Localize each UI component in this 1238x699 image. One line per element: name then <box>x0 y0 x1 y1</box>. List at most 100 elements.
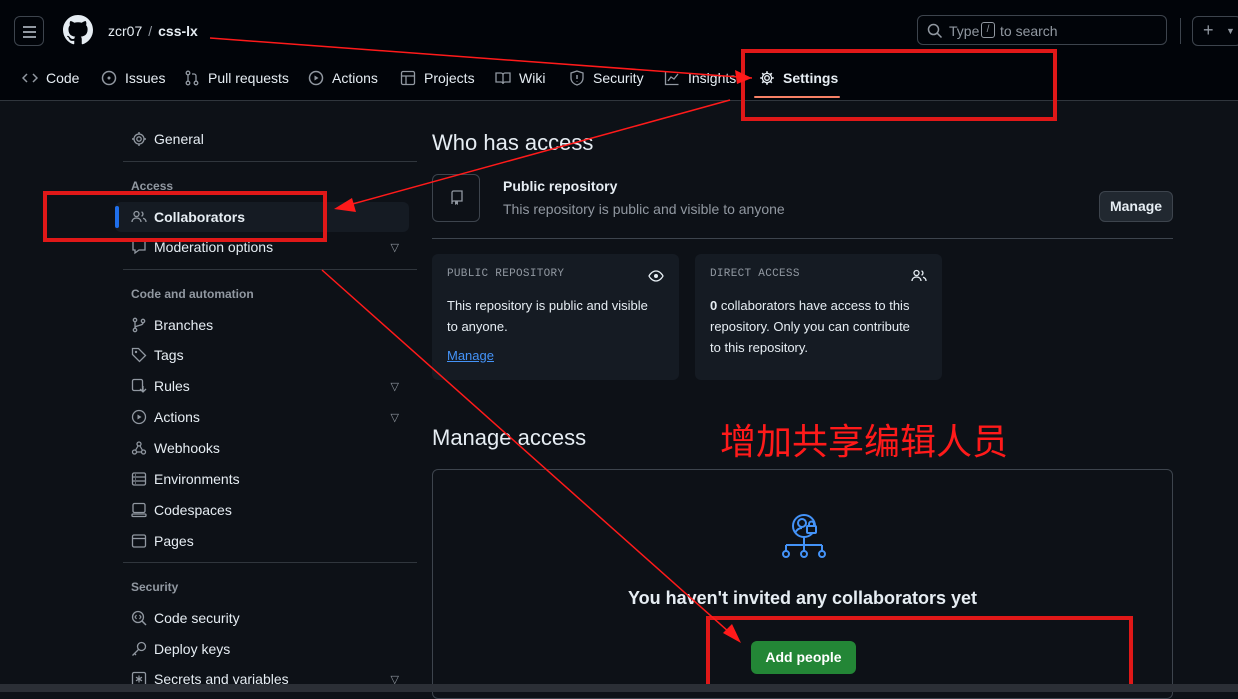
tab-label: Pull requests <box>208 70 289 86</box>
codescan-icon <box>131 610 147 626</box>
card-text-line: to this repository. <box>710 340 809 355</box>
card-header: DIRECT ACCESS <box>710 268 800 280</box>
sidebar-item-codespaces[interactable]: Codespaces <box>115 495 409 525</box>
people-icon <box>131 210 147 223</box>
chevron-down-icon: ▽ <box>390 380 399 393</box>
manage-link[interactable]: Manage <box>447 345 494 366</box>
browser-icon <box>131 534 147 548</box>
code-icon <box>22 73 38 83</box>
manage-visibility-button[interactable]: Manage <box>1099 191 1173 222</box>
tab-insights[interactable]: Insights <box>664 66 736 90</box>
chevron-down-icon: ▽ <box>390 241 399 254</box>
sidebar-divider <box>123 269 417 270</box>
sidebar-item-rules[interactable]: Rules ▽ <box>115 371 409 401</box>
tab-settings[interactable]: Settings <box>759 66 838 90</box>
sidebar-item-general[interactable]: General <box>115 124 409 154</box>
breadcrumb: zcr07 / css-lx <box>108 23 198 39</box>
tab-label: Issues <box>125 70 166 86</box>
section-divider <box>432 238 1173 239</box>
tab-label: Insights <box>688 70 737 86</box>
sidebar-item-tags[interactable]: Tags <box>115 340 409 370</box>
create-new-button[interactable]: + ▼ <box>1192 16 1238 46</box>
bottom-scrollbar[interactable] <box>0 684 1238 692</box>
gear-icon <box>132 132 146 146</box>
people-icon <box>911 269 927 282</box>
menu-icon <box>23 26 36 28</box>
sidebar-item-label: Code security <box>154 610 240 626</box>
sidebar-item-code-security[interactable]: Code security <box>115 603 409 633</box>
sidebar-item-label: Rules <box>154 378 190 394</box>
who-has-access-title: Who has access <box>432 130 594 155</box>
add-people-button[interactable]: Add people <box>751 641 856 674</box>
public-repo-description: This repository is public and visible to… <box>503 201 785 217</box>
graph-icon <box>664 71 679 86</box>
sidebar-divider <box>123 562 417 563</box>
search-placeholder-rest: to search <box>1000 23 1058 39</box>
top-header: zcr07/css-lx Type / to search + ▼ Code Is… <box>0 0 1238 101</box>
owner-link[interactable]: zcr07 <box>108 23 142 39</box>
empty-state-message: You haven't invited any collaborators ye… <box>627 588 978 608</box>
breadcrumb-separator: / <box>148 23 153 39</box>
plus-icon: + <box>1203 20 1214 40</box>
tab-code[interactable]: Code <box>22 66 79 90</box>
public-repository-card: PUBLIC REPOSITORY This repository is pub… <box>432 254 679 380</box>
manage-access-box: You haven't invited any collaborators ye… <box>432 469 1173 699</box>
sidebar-heading-security: Security <box>131 580 179 594</box>
card-text-line: collaborators have access to this <box>717 298 910 313</box>
sidebar-item-deploy-keys[interactable]: Deploy keys <box>115 634 409 664</box>
tab-projects[interactable]: Projects <box>400 66 475 90</box>
menu-icon-line <box>23 36 36 38</box>
branch-icon <box>132 317 146 333</box>
sidebar-heading-access: Access <box>131 179 174 193</box>
sidebar-item-label: Moderation options <box>154 239 274 255</box>
tab-actions[interactable]: Actions <box>308 66 378 90</box>
sidebar-item-moderation[interactable]: Moderation options ▽ <box>115 232 409 262</box>
sidebar-heading-code: Code and automation <box>131 287 254 301</box>
sidebar-item-pages[interactable]: Pages <box>115 526 409 556</box>
tab-security[interactable]: Security <box>569 66 644 90</box>
direct-access-card: DIRECT ACCESS 0 collaborators have acces… <box>695 254 942 380</box>
tab-issues[interactable]: Issues <box>101 66 165 90</box>
search-icon <box>927 23 943 39</box>
rules-icon <box>131 378 147 393</box>
card-text-line: to anyone. <box>447 319 508 334</box>
webhook-icon <box>131 441 147 455</box>
sidebar-item-actions[interactable]: Actions ▽ <box>115 402 409 432</box>
tab-label: Settings <box>783 70 839 86</box>
caret-down-icon: ▼ <box>1226 26 1235 36</box>
public-repo-title: Public repository <box>503 178 618 194</box>
eye-icon <box>648 270 664 282</box>
header-divider <box>1180 18 1181 44</box>
key-icon <box>132 641 147 656</box>
sidebar-item-label: General <box>154 131 204 147</box>
tab-wiki[interactable]: Wiki <box>495 66 545 90</box>
search-shortcut-key: / <box>981 22 995 38</box>
sidebar-item-label: Actions <box>154 409 200 425</box>
repo-icon-box <box>432 174 480 222</box>
active-tab-indicator <box>754 96 840 98</box>
tab-pull-requests[interactable]: Pull requests <box>184 66 289 90</box>
sidebar-item-collaborators[interactable]: Collaborators <box>115 202 409 232</box>
sidebar-item-environments[interactable]: Environments <box>115 464 409 494</box>
menu-button[interactable] <box>14 16 44 46</box>
sidebar-item-webhooks[interactable]: Webhooks <box>115 433 409 463</box>
search-input[interactable]: Type / to search <box>917 15 1167 45</box>
tab-label: Wiki <box>519 70 546 86</box>
sidebar-item-label: Pages <box>154 533 194 549</box>
menu-icon-line <box>23 31 36 33</box>
codespaces-icon <box>131 502 147 518</box>
play-icon <box>131 409 147 425</box>
server-icon <box>131 472 147 486</box>
tag-icon <box>131 347 147 363</box>
repo-link[interactable]: css-lx <box>158 23 198 39</box>
sidebar-item-branches[interactable]: Branches <box>115 310 409 340</box>
issue-icon <box>101 70 117 86</box>
sidebar-item-label: Tags <box>154 347 184 363</box>
tab-label: Projects <box>424 70 475 86</box>
sidebar-item-label: Collaborators <box>154 209 246 225</box>
github-logo-icon[interactable] <box>63 15 93 45</box>
sidebar-item-label: Environments <box>154 471 240 487</box>
tab-label: Code <box>46 70 80 86</box>
card-text-line: repository. Only you can contribute <box>710 319 910 334</box>
play-icon <box>308 70 324 86</box>
